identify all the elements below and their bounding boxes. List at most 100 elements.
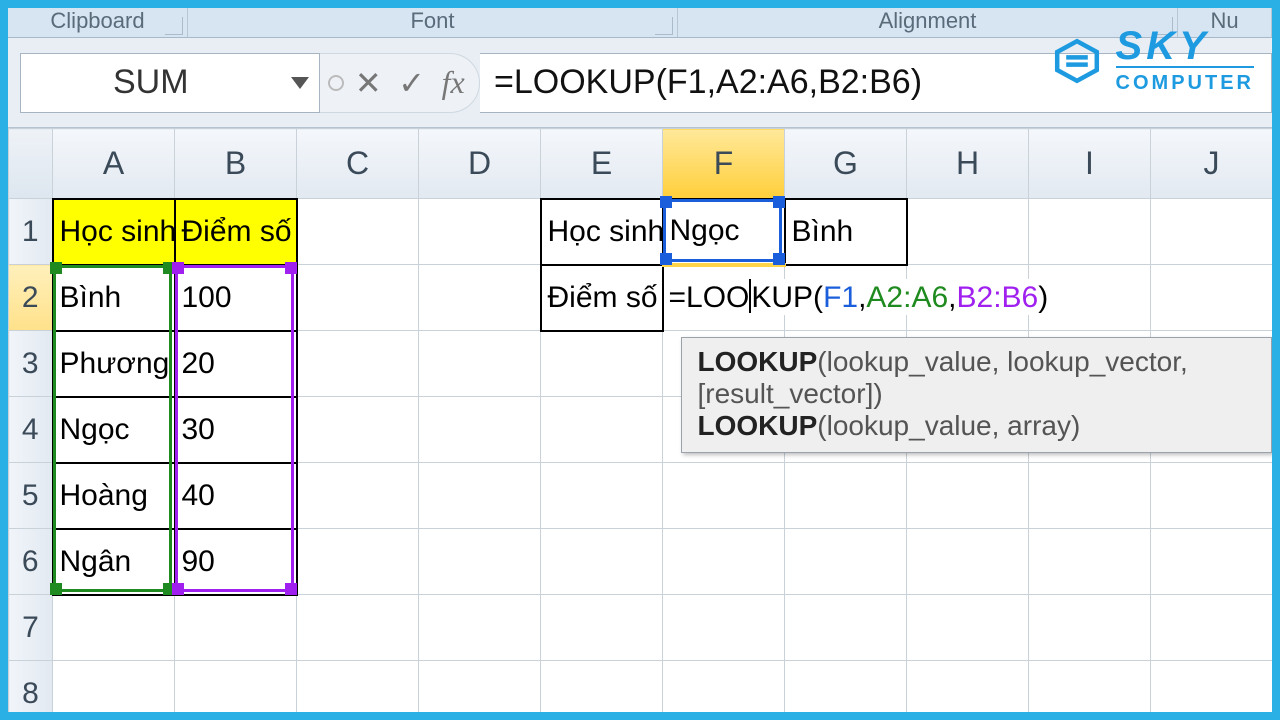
row-header-4[interactable]: 4: [9, 397, 53, 463]
cell-J1[interactable]: [1151, 199, 1273, 265]
cell-B1[interactable]: Điểm số: [175, 199, 297, 265]
cell-I8[interactable]: [1029, 661, 1151, 713]
cell-E6[interactable]: [541, 529, 663, 595]
cell-J2[interactable]: [1151, 265, 1273, 331]
cell-B7[interactable]: [175, 595, 297, 661]
cell-editor[interactable]: =LOOKUP(F1,A2:A6,B2:B6): [665, 279, 1053, 315]
cell-H7[interactable]: [907, 595, 1029, 661]
cell-F5[interactable]: [663, 463, 785, 529]
cell-G6[interactable]: [785, 529, 907, 595]
cell-D7[interactable]: [419, 595, 541, 661]
cell-J8[interactable]: [1151, 661, 1273, 713]
cell-D3[interactable]: [419, 331, 541, 397]
cell-A4[interactable]: Ngọc: [53, 397, 175, 463]
cell-A5[interactable]: Hoàng: [53, 463, 175, 529]
formula-wizard-icon[interactable]: [328, 75, 344, 91]
cell-I6[interactable]: [1029, 529, 1151, 595]
cell-I1[interactable]: [1029, 199, 1151, 265]
cell-G8[interactable]: [785, 661, 907, 713]
cell-B2[interactable]: 100: [175, 265, 297, 331]
select-all-corner[interactable]: [9, 129, 53, 199]
column-header-J[interactable]: J: [1151, 129, 1273, 199]
cell-H8[interactable]: [907, 661, 1029, 713]
fx-icon[interactable]: fx: [436, 64, 471, 101]
cell-D4[interactable]: [419, 397, 541, 463]
font-launcher-icon[interactable]: [655, 17, 673, 35]
cancel-formula-button[interactable]: ✕: [349, 64, 388, 102]
cell-C3[interactable]: [297, 331, 419, 397]
cell-C8[interactable]: [297, 661, 419, 713]
cell-E4[interactable]: [541, 397, 663, 463]
cell-A1[interactable]: Học sinh: [53, 199, 175, 265]
column-header-G[interactable]: G: [785, 129, 907, 199]
row-header-8[interactable]: 8: [9, 661, 53, 713]
cell-E1[interactable]: Học sinh: [541, 199, 663, 265]
cell-D6[interactable]: [419, 529, 541, 595]
cell-B8[interactable]: [175, 661, 297, 713]
column-header-D[interactable]: D: [419, 129, 541, 199]
tooltip-row-2[interactable]: LOOKUP(lookup_value, array): [698, 410, 1256, 442]
cell-G7[interactable]: [785, 595, 907, 661]
column-header-C[interactable]: C: [297, 129, 419, 199]
name-box[interactable]: SUM: [20, 53, 320, 113]
cell-A8[interactable]: [53, 661, 175, 713]
cell-H5[interactable]: [907, 463, 1029, 529]
chevron-down-icon[interactable]: [291, 77, 309, 89]
cell-D5[interactable]: [419, 463, 541, 529]
cell-C6[interactable]: [297, 529, 419, 595]
cell-C1[interactable]: [297, 199, 419, 265]
cell-J5[interactable]: [1151, 463, 1273, 529]
cell-E2[interactable]: Điểm số: [541, 265, 663, 331]
clipboard-launcher-icon[interactable]: [165, 17, 183, 35]
cell-H6[interactable]: [907, 529, 1029, 595]
cell-C4[interactable]: [297, 397, 419, 463]
cell-F6[interactable]: [663, 529, 785, 595]
enter-formula-button[interactable]: ✓: [392, 64, 431, 102]
grid[interactable]: ABCDEFGHIJ 1Học sinhĐiểm sốHọc sinhNgọcB…: [8, 128, 1272, 712]
cell-A3[interactable]: Phương: [53, 331, 175, 397]
cell-C7[interactable]: [297, 595, 419, 661]
cell-E3[interactable]: [541, 331, 663, 397]
function-tooltip[interactable]: LOOKUP(lookup_value, lookup_vector, [res…: [681, 337, 1273, 453]
cell-E7[interactable]: [541, 595, 663, 661]
cell-I5[interactable]: [1029, 463, 1151, 529]
cell-G5[interactable]: [785, 463, 907, 529]
row-header-3[interactable]: 3: [9, 331, 53, 397]
cell-D8[interactable]: [419, 661, 541, 713]
cell-F7[interactable]: [663, 595, 785, 661]
cell-F1[interactable]: Ngọc: [663, 199, 785, 265]
column-header-E[interactable]: E: [541, 129, 663, 199]
cell-B3[interactable]: 20: [175, 331, 297, 397]
cell-D2[interactable]: [419, 265, 541, 331]
cell-G1[interactable]: Bình: [785, 199, 907, 265]
cell-B6[interactable]: 90: [175, 529, 297, 595]
row-header-7[interactable]: 7: [9, 595, 53, 661]
cell-J7[interactable]: [1151, 595, 1273, 661]
cell-J6[interactable]: [1151, 529, 1273, 595]
cell-D1[interactable]: [419, 199, 541, 265]
tooltip-row-1[interactable]: LOOKUP(lookup_value, lookup_vector, [res…: [698, 346, 1256, 410]
cell-E5[interactable]: [541, 463, 663, 529]
cell-I7[interactable]: [1029, 595, 1151, 661]
cell-E8[interactable]: [541, 661, 663, 713]
row-header-6[interactable]: 6: [9, 529, 53, 595]
row-header-2[interactable]: 2: [9, 265, 53, 331]
cell-C5[interactable]: [297, 463, 419, 529]
logo-icon: [1050, 34, 1104, 88]
row-header-1[interactable]: 1: [9, 199, 53, 265]
column-header-A[interactable]: A: [53, 129, 175, 199]
cell-A2[interactable]: Bình: [53, 265, 175, 331]
column-header-F[interactable]: F: [663, 129, 785, 199]
column-header-H[interactable]: H: [907, 129, 1029, 199]
cell-B4[interactable]: 30: [175, 397, 297, 463]
cell-A7[interactable]: [53, 595, 175, 661]
cell-C2[interactable]: [297, 265, 419, 331]
tooltip-sig-2: (lookup_value, array): [817, 410, 1080, 441]
cell-H1[interactable]: [907, 199, 1029, 265]
cell-F8[interactable]: [663, 661, 785, 713]
row-header-5[interactable]: 5: [9, 463, 53, 529]
cell-A6[interactable]: Ngân: [53, 529, 175, 595]
column-header-B[interactable]: B: [175, 129, 297, 199]
column-header-I[interactable]: I: [1029, 129, 1151, 199]
cell-B5[interactable]: 40: [175, 463, 297, 529]
